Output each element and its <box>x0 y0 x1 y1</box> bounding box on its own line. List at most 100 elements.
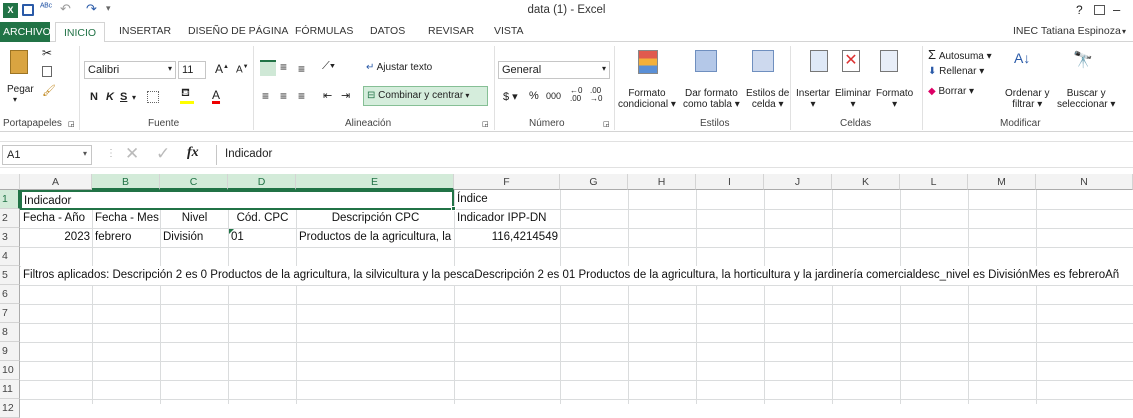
select-all-corner[interactable] <box>0 174 20 190</box>
cell-f2[interactable]: Indicador IPP-DN <box>455 209 560 228</box>
tab-datos[interactable]: DATOS <box>370 25 405 37</box>
increase-decimal-icon[interactable]: ←0.00 <box>570 87 582 103</box>
cell-a1-merged[interactable]: Indicador <box>20 190 454 210</box>
cell-styles-icon[interactable] <box>752 50 774 72</box>
format-cells-button[interactable]: Formato ▾ <box>876 88 913 110</box>
font-color-button[interactable]: A <box>212 88 220 102</box>
cell-b2[interactable]: Fecha - Mes <box>93 209 160 228</box>
cell-styles-button[interactable]: Estilos de celda ▾ <box>746 88 789 110</box>
column-header-j[interactable]: J <box>764 174 832 190</box>
row-header-2[interactable]: 2 <box>0 209 20 228</box>
conditional-format-button[interactable]: Formato condicional ▾ <box>618 88 676 110</box>
decrease-decimal-icon[interactable]: .00 →0 <box>590 87 602 103</box>
fill-bucket-icon[interactable]: ⛾ <box>181 87 190 101</box>
decrease-indent-icon[interactable]: ⇤ <box>323 89 332 102</box>
orientation-icon[interactable]: ⟋▾ <box>322 60 335 73</box>
formula-input[interactable]: Indicador <box>216 145 1130 165</box>
cut-icon[interactable]: ✂ <box>42 46 52 60</box>
dialog-launcher-icon[interactable]: ◲ <box>68 120 75 128</box>
spreadsheet-grid[interactable]: A B C D E F G H I J K L M N 1 2 3 4 5 6 … <box>0 174 1133 418</box>
tab-vista[interactable]: VISTA <box>494 25 524 37</box>
cell-e2[interactable]: Descripción CPC <box>297 209 454 228</box>
find-select-button[interactable]: Buscar y seleccionar ▾ <box>1057 88 1115 110</box>
tab-diseno[interactable]: DISEÑO DE PÁGINA <box>188 25 288 37</box>
row-header-5[interactable]: 5 <box>0 266 20 285</box>
format-as-table-button[interactable]: Dar formato como tabla ▾ <box>683 88 740 110</box>
ribbon-display-icon[interactable] <box>1094 5 1105 15</box>
column-header-k[interactable]: K <box>832 174 900 190</box>
row-header-6[interactable]: 6 <box>0 285 20 304</box>
row-header-1[interactable]: 1 <box>0 190 20 209</box>
copy-icon[interactable] <box>42 66 52 77</box>
underline-dropdown-icon[interactable]: ▾ <box>132 93 136 102</box>
column-header-l[interactable]: L <box>900 174 968 190</box>
confirm-entry-icon[interactable]: ✓ <box>156 144 170 164</box>
column-header-i[interactable]: I <box>696 174 764 190</box>
row-header-4[interactable]: 4 <box>0 247 20 266</box>
row-header-9[interactable]: 9 <box>0 342 20 361</box>
cell-c2[interactable]: Nivel <box>161 209 228 228</box>
sort-filter-button[interactable]: Ordenar y filtrar ▾ <box>1005 88 1049 110</box>
minimize-button[interactable]: – <box>1113 2 1120 17</box>
tab-inicio[interactable]: INICIO <box>55 22 106 43</box>
align-top-icon[interactable] <box>260 60 276 76</box>
font-name-select[interactable]: Calibri ▾ <box>84 61 176 79</box>
column-header-c[interactable]: C <box>160 174 228 190</box>
align-center-icon[interactable]: ≡ <box>280 89 287 103</box>
cell-f3[interactable]: 116,4214549 <box>455 228 560 247</box>
name-box[interactable]: A1 ▾ <box>2 145 92 165</box>
user-account[interactable]: INEC Tatiana Espinoza <box>1013 25 1121 37</box>
column-header-b[interactable]: B <box>92 174 160 190</box>
column-header-g[interactable]: G <box>560 174 628 190</box>
delete-cells-icon[interactable]: ✕ <box>842 50 860 72</box>
column-header-e[interactable]: E <box>296 174 454 190</box>
cell-e3[interactable]: Productos de la agricultura, la <box>297 228 454 247</box>
percent-button[interactable]: % <box>529 90 539 102</box>
delete-cells-button[interactable]: Eliminar ▾ <box>835 88 871 110</box>
dialog-launcher-icon[interactable]: ◲ <box>603 120 610 128</box>
insert-cells-button[interactable]: Insertar ▾ <box>796 88 830 110</box>
autosum-button[interactable]: Σ Autosuma ▾ <box>928 47 992 62</box>
dialog-launcher-icon[interactable]: ◲ <box>482 120 489 128</box>
column-header-a[interactable]: A <box>20 174 92 190</box>
paste-icon[interactable] <box>10 50 28 74</box>
cell-d2[interactable]: Cód. CPC <box>229 209 296 228</box>
tab-archivo[interactable]: ARCHIVO <box>0 22 51 42</box>
align-left-icon[interactable]: ≡ <box>262 89 269 103</box>
binoculars-icon[interactable]: 🔭 <box>1073 50 1093 70</box>
row-header-8[interactable]: 8 <box>0 323 20 342</box>
column-header-d[interactable]: D <box>228 174 296 190</box>
column-header-m[interactable]: M <box>968 174 1036 190</box>
row-header-10[interactable]: 10 <box>0 361 20 380</box>
font-size-select[interactable]: 11 <box>178 61 206 79</box>
sort-filter-icon[interactable]: A↓ <box>1014 50 1030 66</box>
row-header-3[interactable]: 3 <box>0 228 20 247</box>
row-header-7[interactable]: 7 <box>0 304 20 323</box>
align-middle-icon[interactable]: ≡ <box>280 60 287 74</box>
italic-button[interactable]: K <box>106 91 114 103</box>
tab-formulas[interactable]: FÓRMULAS <box>295 25 353 37</box>
row-header-11[interactable]: 11 <box>0 380 20 399</box>
cancel-entry-icon[interactable]: ✕ <box>125 144 139 164</box>
fill-button[interactable]: ⬇ Rellenar ▾ <box>928 66 984 77</box>
paste-button[interactable]: Pegar <box>7 84 34 95</box>
tab-insertar[interactable]: INSERTAR <box>119 25 171 37</box>
align-right-icon[interactable]: ≡ <box>298 89 305 103</box>
shrink-font-icon[interactable]: A▼ <box>236 64 249 75</box>
cell-a2[interactable]: Fecha - Año <box>21 209 92 228</box>
grow-font-icon[interactable]: A▲ <box>215 62 229 76</box>
align-bottom-icon[interactable]: ≡ <box>298 62 305 76</box>
error-indicator-icon[interactable] <box>229 229 234 234</box>
borders-icon[interactable] <box>147 91 159 103</box>
accounting-format-button[interactable]: $ ▾ <box>503 90 518 103</box>
row-header-12[interactable]: 12 <box>0 399 20 418</box>
underline-button[interactable]: S <box>120 91 127 103</box>
cell-b3[interactable]: febrero <box>93 228 160 247</box>
merge-center-button[interactable]: ⊟ Combinar y centrar ▾ <box>363 86 488 106</box>
cell-d3[interactable]: 01 <box>229 228 296 247</box>
help-button[interactable]: ? <box>1076 3 1083 17</box>
fill-color-icon[interactable] <box>180 101 194 104</box>
cell-a5[interactable]: Filtros aplicados: Descripción 2 es 0 Pr… <box>21 266 1133 285</box>
number-format-select[interactable]: General ▾ <box>498 61 610 79</box>
tab-revisar[interactable]: REVISAR <box>428 25 474 37</box>
